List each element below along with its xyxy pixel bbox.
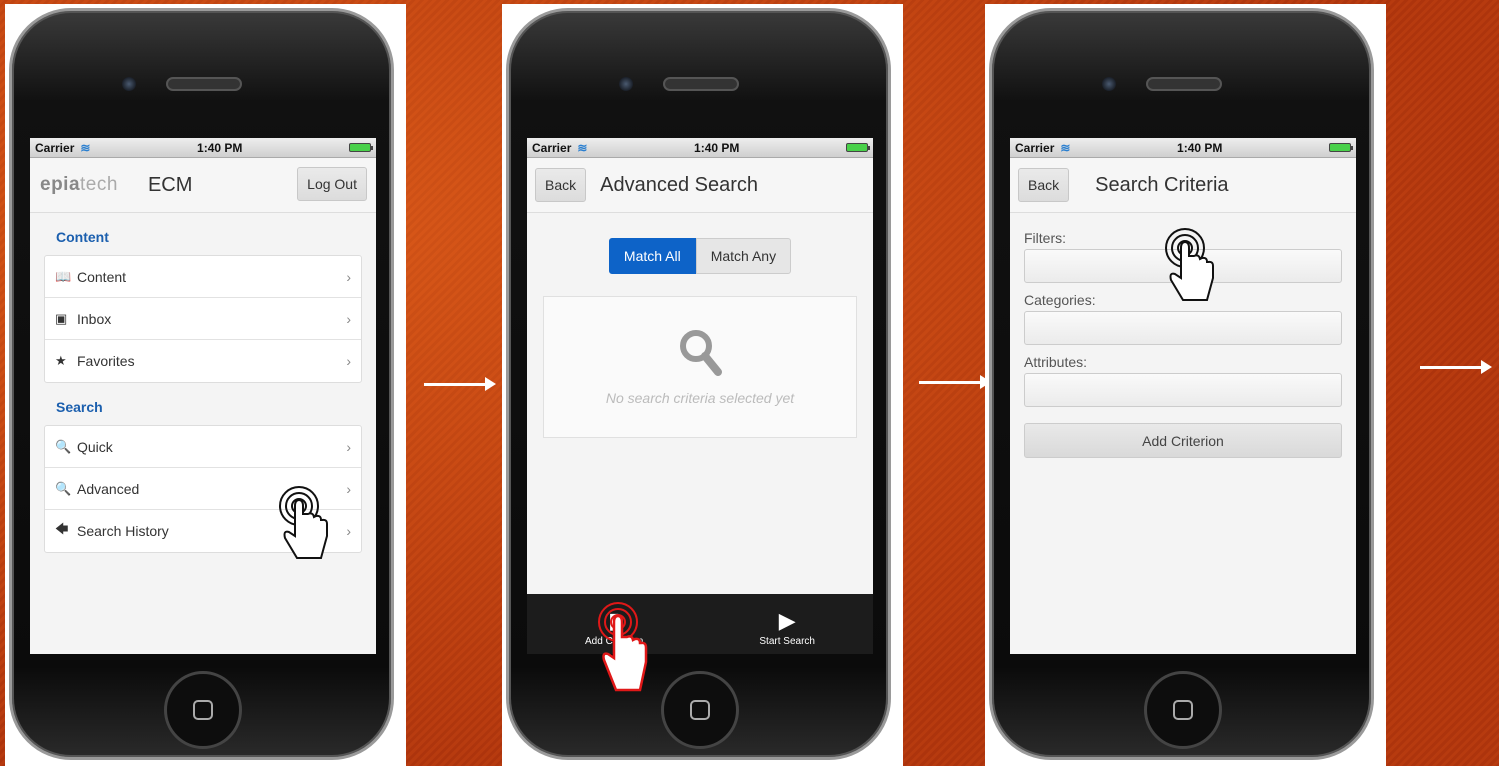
panel-advanced-search: Carrier ≋ 1:40 PM Back Advanced Search M… (502, 4, 903, 766)
tab-bar: ▮ Add Criterion ▶ Start Search (527, 594, 873, 654)
phone-frame: Carrier ≋ 1:40 PM Back Search Criteria F… (989, 8, 1374, 760)
camera (122, 77, 136, 91)
inbox-icon: ▣ (55, 310, 68, 326)
match-any-button[interactable]: Match Any (695, 238, 792, 274)
list-item-favorites[interactable]: ★ Favorites › (45, 340, 361, 382)
status-bar: Carrier ≋ 1:40 PM (527, 138, 873, 158)
status-bar: Carrier ≋ 1:40 PM (30, 138, 376, 158)
tab-label: Add Criterion (585, 636, 644, 647)
tab-start-search[interactable]: ▶ Start Search (759, 608, 815, 648)
speaker (1146, 77, 1222, 91)
camera (1102, 77, 1116, 91)
wifi-icon: ≋ (80, 140, 91, 155)
carrier-label: Carrier (1015, 140, 1055, 155)
play-icon: ▶ (778, 608, 796, 633)
content-section-title: Content (56, 229, 109, 245)
empty-message: No search criteria selected yet (605, 390, 795, 406)
phone-frame: Carrier ≋ 1:40 PM epiatech ECM Log Out C… (9, 8, 394, 760)
wifi-icon: ≋ (577, 140, 588, 155)
chevron-right-icon: › (346, 268, 351, 285)
search-icon: 🔍 (55, 438, 72, 454)
list-item-label: Inbox (77, 310, 112, 327)
battery-icon (846, 143, 870, 152)
screen: Carrier ≋ 1:40 PM epiatech ECM Log Out C… (30, 138, 376, 654)
empty-state: No search criteria selected yet (543, 296, 857, 438)
nav-bar: Back Search Criteria (1010, 158, 1356, 213)
list-item-label: Content (77, 268, 127, 285)
flow-arrow-icon (1420, 360, 1492, 374)
flow-arrow-icon (919, 375, 991, 389)
search-icon: 🔍 (55, 480, 72, 496)
wifi-icon: ≋ (1060, 140, 1071, 155)
logout-button[interactable]: Log Out (297, 167, 367, 201)
add-criterion-button[interactable]: Add Criterion (1024, 423, 1342, 458)
list-item-label: Advanced (77, 480, 140, 497)
chevron-right-icon: › (346, 353, 351, 369)
flow-arrow-icon (424, 377, 496, 391)
attributes-label: Attributes: (1024, 354, 1088, 370)
screen: Carrier ≋ 1:40 PM Back Search Criteria F… (1010, 138, 1356, 654)
carrier-label: Carrier (35, 140, 75, 155)
battery-icon (349, 143, 373, 152)
chevron-right-icon: › (346, 523, 351, 539)
list-item-label: Favorites (77, 353, 135, 369)
chevron-right-icon: › (346, 480, 351, 497)
camera (619, 77, 633, 91)
match-segmented-control: Match All Match Any (527, 238, 873, 274)
screen: Carrier ≋ 1:40 PM Back Advanced Search M… (527, 138, 873, 654)
categories-field[interactable] (1024, 311, 1342, 345)
clock: 1:40 PM (1177, 140, 1223, 155)
phone-frame: Carrier ≋ 1:40 PM Back Advanced Search M… (506, 8, 891, 760)
clock: 1:40 PM (197, 140, 243, 155)
categories-label: Categories: (1024, 292, 1096, 308)
criteria-form: Filters: Categories: Attributes: Add Cri… (1010, 213, 1356, 466)
search-section-title: Search (56, 399, 103, 415)
list-item-advanced[interactable]: 🔍 Advanced › (45, 468, 361, 510)
filters-label: Filters: (1024, 230, 1066, 246)
nav-bar: Back Advanced Search (527, 158, 873, 213)
tab-label: Start Search (759, 636, 815, 647)
add-icon: ▮ (608, 608, 621, 633)
battery-icon (1329, 143, 1353, 152)
home-button[interactable] (164, 671, 242, 749)
status-bar: Carrier ≋ 1:40 PM (1010, 138, 1356, 158)
attributes-field[interactable] (1024, 373, 1342, 407)
app-header: epiatech ECM Log Out (30, 158, 376, 213)
logo: epiatech (40, 174, 118, 195)
page-title: Advanced Search (600, 173, 759, 196)
carrier-label: Carrier (532, 140, 572, 155)
chevron-right-icon: › (346, 310, 351, 327)
filters-field[interactable] (1024, 249, 1342, 283)
page-title: Search Criteria (1095, 173, 1229, 196)
content-list: 📖 Content › ▣ Inbox › ★ Favorites › (44, 255, 362, 383)
clock: 1:40 PM (694, 140, 740, 155)
list-item-inbox[interactable]: ▣ Inbox › (45, 298, 361, 340)
tab-add-criterion[interactable]: ▮ Add Criterion (585, 608, 644, 648)
chevron-right-icon: › (346, 438, 351, 455)
search-list: 🔍 Quick › 🔍 Advanced › 🡄 Search History … (44, 425, 362, 553)
back-button[interactable]: Back (1018, 168, 1070, 202)
panel-search-criteria: Carrier ≋ 1:40 PM Back Search Criteria F… (985, 4, 1386, 766)
book-icon: 📖 (55, 268, 72, 284)
back-button[interactable]: Back (535, 168, 587, 202)
app-title: ECM (147, 173, 193, 196)
list-item-label: Search History (77, 523, 169, 539)
match-all-button[interactable]: Match All (608, 238, 696, 274)
search-icon (680, 330, 722, 376)
list-item-quick[interactable]: 🔍 Quick › (45, 426, 361, 468)
panel-main-menu: Carrier ≋ 1:40 PM epiatech ECM Log Out C… (5, 4, 406, 766)
star-icon: ★ (55, 353, 67, 368)
home-button[interactable] (661, 671, 739, 749)
list-item-label: Quick (77, 438, 113, 455)
speaker (166, 77, 242, 91)
back-arrow-icon: 🡄 (55, 521, 69, 536)
home-button[interactable] (1144, 671, 1222, 749)
list-item-content[interactable]: 📖 Content › (45, 256, 361, 298)
list-item-search-history[interactable]: 🡄 Search History › (45, 510, 361, 552)
speaker (663, 77, 739, 91)
